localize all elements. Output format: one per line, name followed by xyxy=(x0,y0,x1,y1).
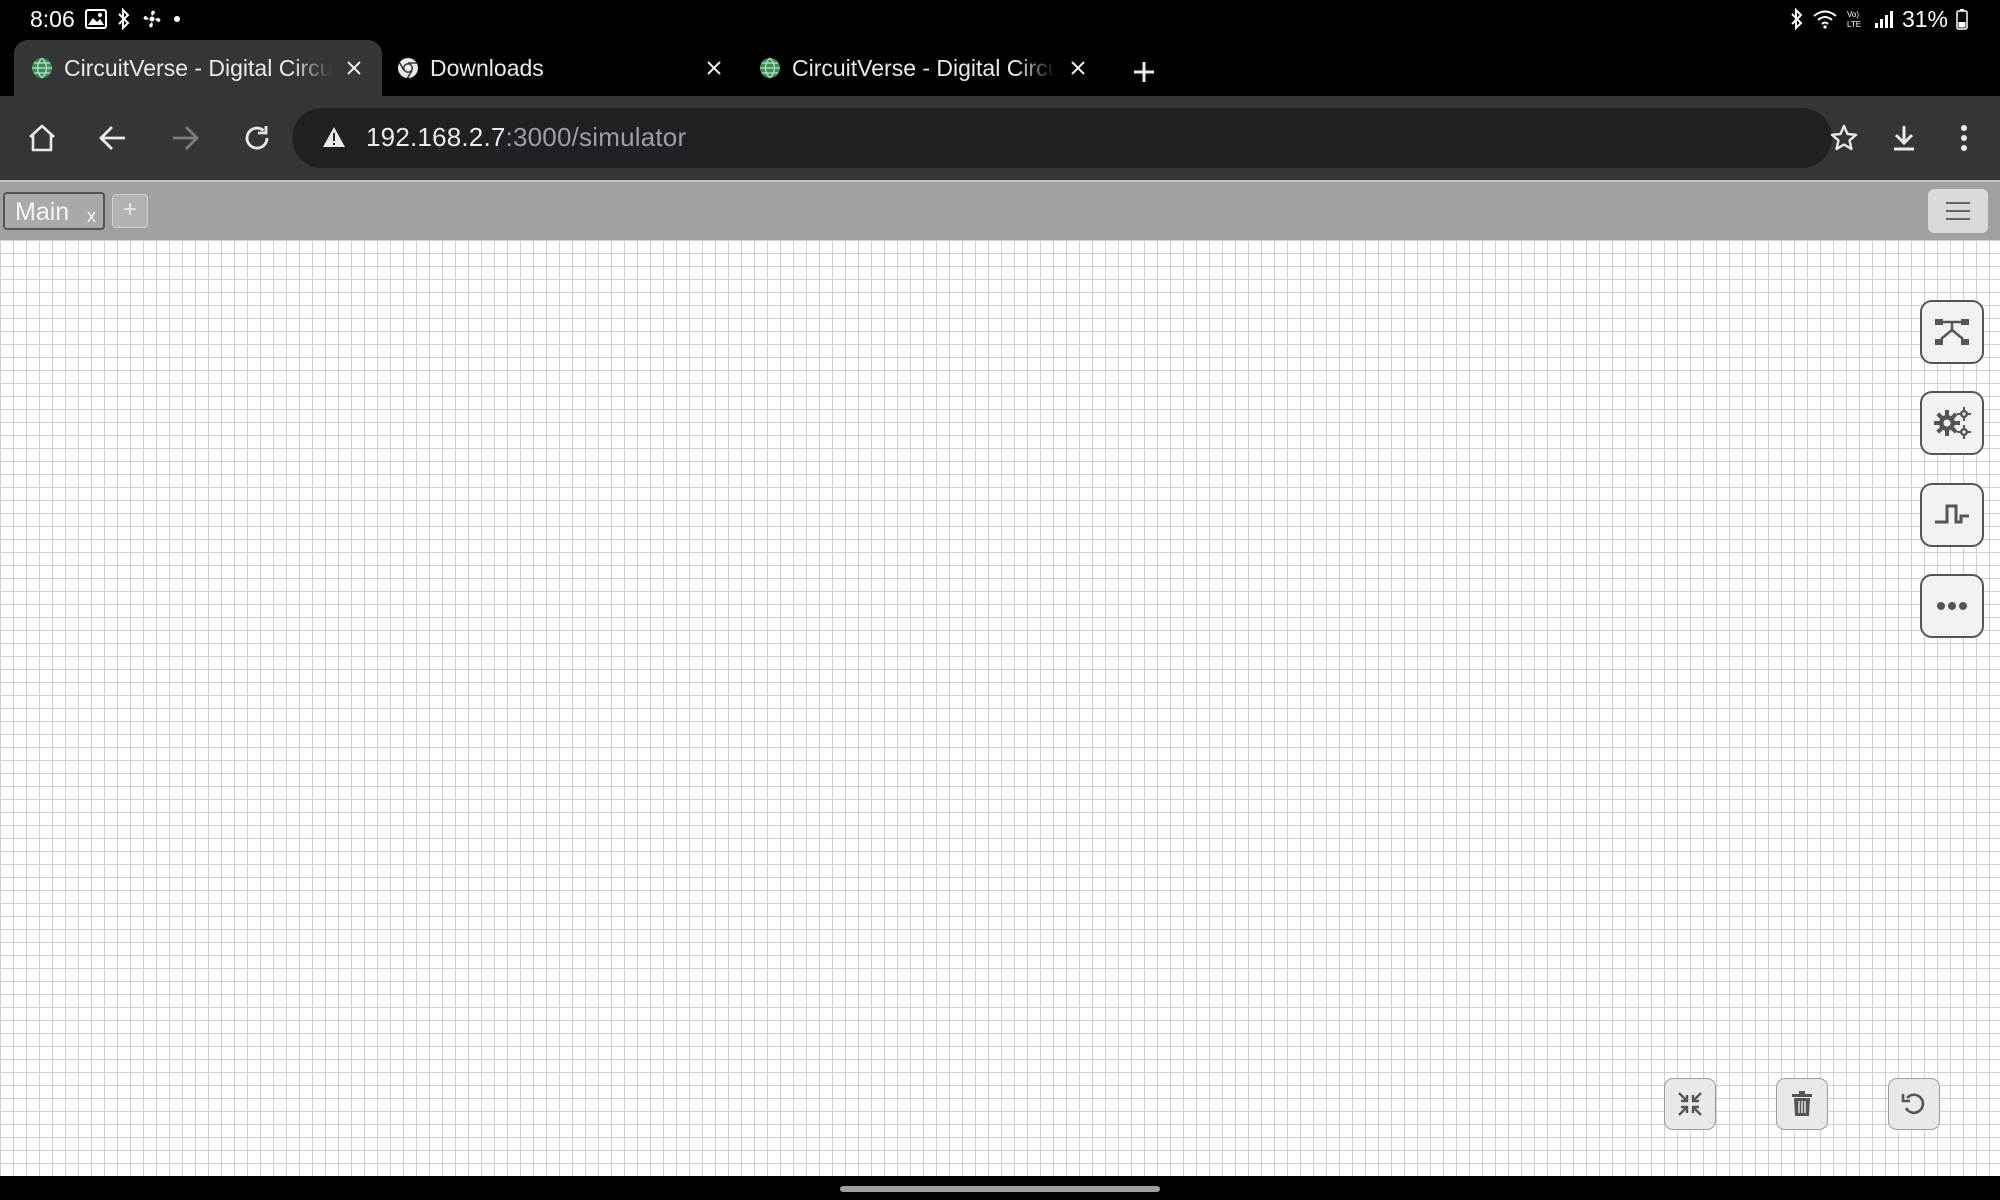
status-time: 8:06 xyxy=(30,5,75,32)
url-text[interactable]: 192.168.2.7:3000/simulator xyxy=(366,122,686,153)
circuit-tab-bar: Main x + xyxy=(0,180,2000,240)
browser-tab-title: Downloads xyxy=(430,54,544,81)
delete-icon xyxy=(1791,1091,1813,1117)
circuit-elements-button[interactable] xyxy=(1920,300,1984,364)
volte-icon: Vo) LTE xyxy=(1846,8,1866,30)
plus-icon xyxy=(1132,60,1156,84)
home-button[interactable] xyxy=(20,116,64,160)
arrow-left-icon xyxy=(98,123,128,153)
timing-diagram-icon xyxy=(1933,502,1971,528)
fan-icon xyxy=(141,8,163,30)
arrow-right-icon xyxy=(170,123,200,153)
not-secure-warning-icon[interactable] xyxy=(322,126,346,148)
download-button[interactable] xyxy=(1882,116,1926,160)
signal-icon xyxy=(1874,9,1894,29)
browser-tab-title: CircuitVerse - Digital Circuit Simulator xyxy=(64,54,332,81)
delete-button[interactable] xyxy=(1776,1078,1828,1130)
download-icon xyxy=(1889,123,1919,153)
circuit-elements-icon xyxy=(1933,317,1971,347)
dot-icon xyxy=(173,15,181,23)
system-navigation-bar xyxy=(0,1176,2000,1200)
undo-button[interactable] xyxy=(1888,1078,1940,1130)
kebab-menu-icon xyxy=(1960,124,1968,152)
more-options-button[interactable] xyxy=(1920,574,1984,638)
close-tab-icon[interactable] xyxy=(1064,54,1092,82)
properties-gear-icon xyxy=(1932,406,1972,440)
url-path: :3000/simulator xyxy=(505,122,687,152)
undo-icon xyxy=(1901,1091,1927,1117)
chrome-icon xyxy=(396,56,420,80)
browser-tab-title: CircuitVerse - Digital Circuit Simulator xyxy=(792,54,1056,81)
gesture-handle[interactable] xyxy=(840,1186,1160,1192)
bluetooth-icon xyxy=(117,8,131,30)
bluetooth-icon xyxy=(1790,8,1804,30)
browser-tab-downloads[interactable]: Downloads xyxy=(380,40,742,96)
more-options-icon xyxy=(1936,601,1968,611)
forward-button[interactable] xyxy=(163,116,207,160)
simulator-canvas[interactable] xyxy=(0,240,2000,1176)
url-host: 192.168.2.7 xyxy=(366,122,506,152)
browser-toolbar: 192.168.2.7:3000/simulator xyxy=(0,96,2000,180)
star-icon xyxy=(1829,123,1859,153)
circuit-tab-name: Main xyxy=(15,198,70,226)
gallery-icon xyxy=(84,9,107,29)
circuit-tab-main[interactable]: Main x xyxy=(3,192,105,230)
globe-icon xyxy=(758,56,782,80)
battery-icon xyxy=(1956,8,1968,30)
browser-tab-circuitverse-active[interactable]: CircuitVerse - Digital Circuit Simulator xyxy=(14,40,382,96)
svg-text:LTE: LTE xyxy=(1847,20,1861,29)
properties-button[interactable] xyxy=(1920,391,1984,455)
new-tab-button[interactable] xyxy=(1124,52,1164,92)
globe-icon xyxy=(30,56,54,80)
svg-text:Vo): Vo) xyxy=(1847,10,1859,19)
reload-icon xyxy=(242,123,272,153)
timing-diagram-button[interactable] xyxy=(1920,483,1984,547)
app-menu-button[interactable] xyxy=(1928,189,1988,233)
browser-tab-strip: CircuitVerse - Digital Circuit Simulator… xyxy=(0,38,2000,96)
browser-tab-circuitverse[interactable]: CircuitVerse - Digital Circuit Simulator xyxy=(742,40,1106,96)
home-icon xyxy=(26,122,58,154)
status-bar: 8:06 Vo) LTE 31% xyxy=(0,0,2000,38)
bookmark-button[interactable] xyxy=(1822,116,1866,160)
back-button[interactable] xyxy=(91,116,135,160)
add-circuit-button[interactable]: + xyxy=(112,194,148,228)
hamburger-icon xyxy=(1945,201,1971,221)
circuit-tab-close-button[interactable]: x xyxy=(87,206,96,227)
close-tab-icon[interactable] xyxy=(340,54,368,82)
close-tab-icon[interactable] xyxy=(700,54,728,82)
status-bar-right: Vo) LTE 31% xyxy=(1790,0,1968,38)
fit-to-screen-button[interactable] xyxy=(1664,1078,1716,1130)
address-bar[interactable]: 192.168.2.7:3000/simulator xyxy=(292,108,1832,168)
status-bar-left: 8:06 xyxy=(30,0,181,38)
wifi-icon xyxy=(1812,9,1838,29)
reload-button[interactable] xyxy=(235,116,279,160)
fit-to-screen-icon xyxy=(1677,1091,1703,1117)
browser-menu-button[interactable] xyxy=(1942,116,1986,160)
battery-percent: 31% xyxy=(1901,5,1948,32)
